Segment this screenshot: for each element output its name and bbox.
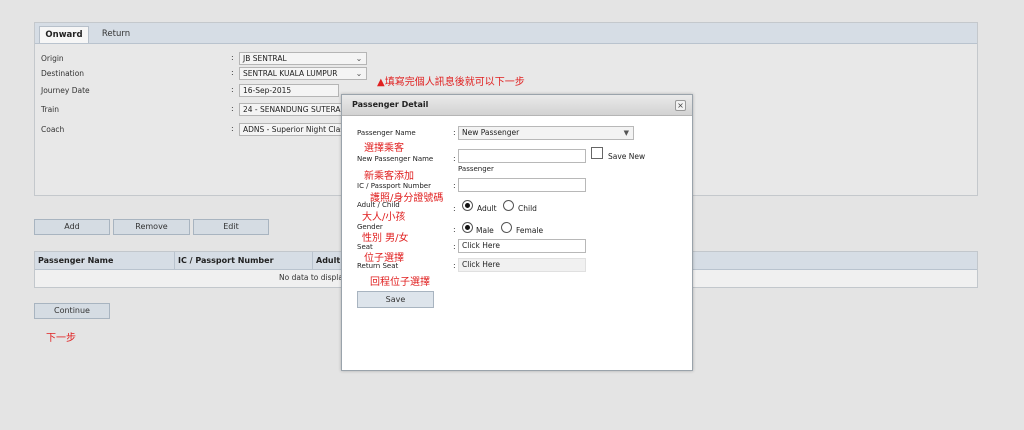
journey-date-colon: : xyxy=(231,85,234,94)
destination-value: SENTRAL KUALA LUMPUR xyxy=(243,69,338,78)
column-header-passenger-name[interactable]: Passenger Name xyxy=(35,252,175,269)
adult-radio[interactable] xyxy=(462,200,473,211)
train-select[interactable]: 24 - SENANDUNG SUTERA xyxy=(239,103,343,116)
child-label: Child xyxy=(518,204,537,213)
destination-select[interactable]: SENTRAL KUALA LUMPUR ⌄ xyxy=(239,67,367,80)
dialog-title: Passenger Detail xyxy=(352,100,429,109)
save-new-label: Save New xyxy=(608,152,646,161)
save-button[interactable]: Save xyxy=(357,291,434,308)
new-passenger-colon: : xyxy=(453,154,456,163)
gender-annotation: 性別 男/女 xyxy=(362,233,409,244)
caret-down-icon: ▼ xyxy=(623,129,629,137)
passenger-caption: Passenger xyxy=(458,165,494,173)
continue-button[interactable]: Continue xyxy=(34,303,110,319)
new-passenger-input[interactable] xyxy=(458,149,586,163)
return-seat-label: Return Seat xyxy=(357,262,399,270)
origin-select[interactable]: JB SENTRAL ⌄ xyxy=(239,52,367,65)
add-passenger-annotation: 新乘客添加 xyxy=(364,171,414,182)
adult-label: Adult xyxy=(477,204,497,213)
train-colon: : xyxy=(231,104,234,113)
edit-button[interactable]: Edit xyxy=(193,219,269,235)
female-radio[interactable] xyxy=(501,222,512,233)
male-radio[interactable] xyxy=(462,222,473,233)
return-seat-picker[interactable]: Click Here xyxy=(458,258,586,272)
tab-return[interactable]: Return xyxy=(93,26,139,43)
gender-colon: : xyxy=(453,225,456,234)
ic-passport-input[interactable] xyxy=(458,178,586,192)
fill-info-annotation: ▲填寫完個人訊息後就可以下一步 xyxy=(377,77,525,88)
journey-date-label: Journey Date xyxy=(41,86,90,95)
add-button[interactable]: Add xyxy=(34,219,110,235)
female-label: Female xyxy=(516,226,544,235)
child-radio[interactable] xyxy=(503,200,514,211)
adult-child-annotation: 大人/小孩 xyxy=(362,212,406,223)
destination-colon: : xyxy=(231,68,234,77)
return-seat-colon: : xyxy=(453,261,456,270)
adult-child-colon: : xyxy=(453,204,456,213)
tab-onward[interactable]: Onward xyxy=(39,26,89,43)
dialog-title-bar[interactable]: Passenger Detail × xyxy=(342,95,692,116)
ic-passport-colon: : xyxy=(453,181,456,190)
seat-colon: : xyxy=(453,242,456,251)
close-icon[interactable]: × xyxy=(675,100,686,111)
origin-value: JB SENTRAL xyxy=(243,54,287,63)
passenger-name-select[interactable]: New Passenger ▼ xyxy=(458,126,634,140)
column-header-ic-passport[interactable]: IC / Passport Number xyxy=(175,252,313,269)
passenger-detail-dialog: Passenger Detail × Passenger Name : New … xyxy=(341,94,693,371)
origin-colon: : xyxy=(231,53,234,62)
new-passenger-label: New Passenger Name xyxy=(357,155,434,163)
save-new-checkbox[interactable] xyxy=(591,147,603,159)
journey-date-input[interactable]: 16-Sep-2015 xyxy=(239,84,339,97)
return-seat-annotation: 回程位子選擇 xyxy=(370,277,430,288)
origin-label: Origin xyxy=(41,54,64,63)
tab-strip: Onward Return xyxy=(35,23,977,44)
grid-empty-text: No data to display xyxy=(279,273,348,282)
remove-button[interactable]: Remove xyxy=(113,219,190,235)
next-step-annotation: 下一步 xyxy=(46,333,76,344)
coach-colon: : xyxy=(231,124,234,133)
chevron-down-icon: ⌄ xyxy=(355,54,363,63)
choose-passenger-annotation: 選擇乘客 xyxy=(364,143,404,154)
male-label: Male xyxy=(476,226,494,235)
destination-label: Destination xyxy=(41,69,85,78)
passenger-name-value: New Passenger xyxy=(462,128,520,137)
passenger-name-colon: : xyxy=(453,128,456,137)
coach-select[interactable]: ADNS - Superior Night Class xyxy=(239,123,343,136)
chevron-down-icon: ⌄ xyxy=(354,69,364,78)
train-label: Train xyxy=(41,105,59,114)
passenger-name-label: Passenger Name xyxy=(357,129,416,137)
coach-label: Coach xyxy=(41,125,65,134)
seat-picker[interactable]: Click Here xyxy=(458,239,586,253)
